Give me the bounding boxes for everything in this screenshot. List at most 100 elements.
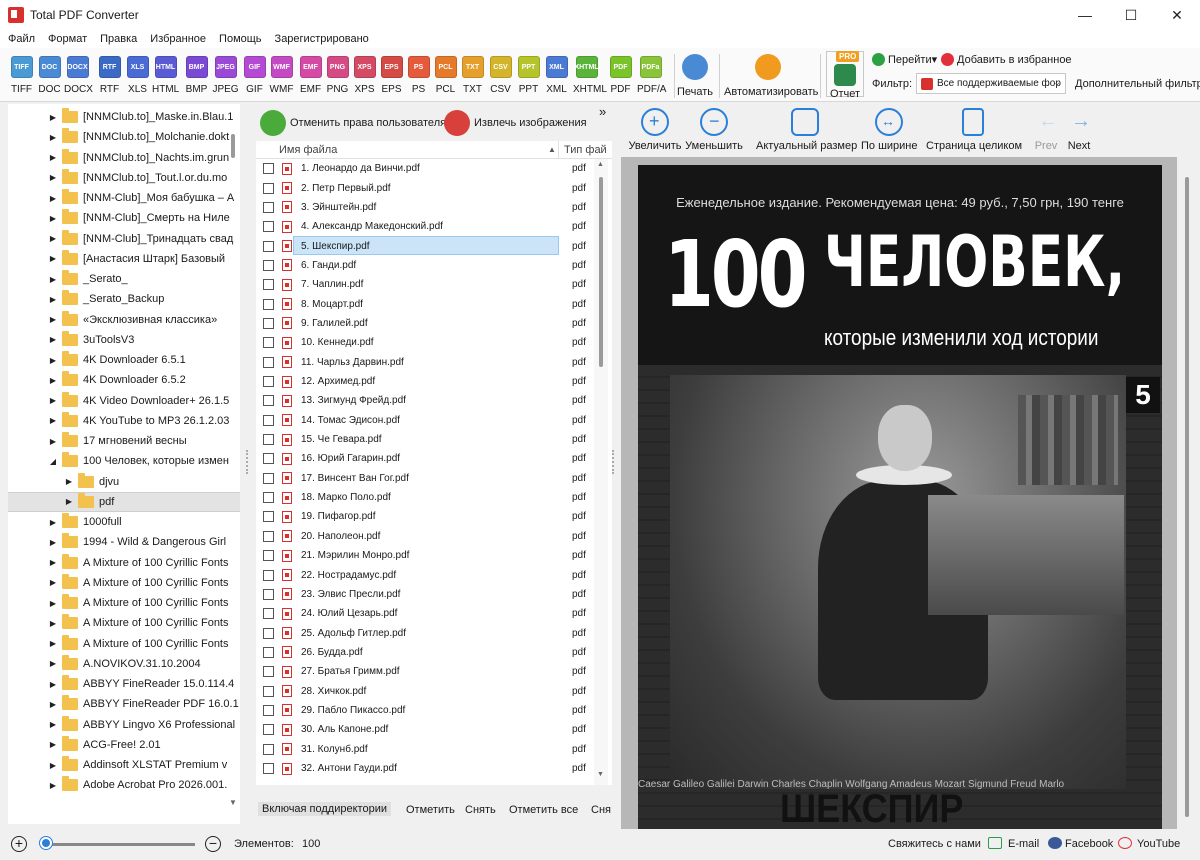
file-checkbox[interactable]	[263, 724, 274, 736]
unlock-rights-button[interactable]: Отменить права пользователя	[260, 110, 446, 136]
tree-folder[interactable]: ▶ ABBYY Lingvo X6 Professional	[8, 715, 240, 735]
fit-width-button[interactable]: ↔ По ширине	[861, 108, 918, 152]
format-button-txt[interactable]: TXT TXT	[459, 56, 486, 95]
file-checkbox[interactable]	[263, 376, 274, 388]
collapsed-arrow-icon[interactable]: ▶	[48, 680, 58, 689]
file-row[interactable]: 7. Чаплин.pdf pdf	[256, 275, 596, 294]
format-button-png[interactable]: PNG PNG	[324, 56, 351, 95]
collapsed-arrow-icon[interactable]: ▶	[48, 538, 58, 547]
print-button[interactable]: Печать	[677, 54, 713, 98]
file-row[interactable]: 12. Архимед.pdf pdf	[256, 372, 596, 391]
collapsed-arrow-icon[interactable]: ▶	[48, 700, 58, 709]
tree-folder[interactable]: ▶ 4K Downloader 6.5.2	[8, 370, 240, 390]
file-checkbox[interactable]	[263, 511, 274, 523]
file-checkbox[interactable]	[263, 182, 274, 194]
file-checkbox[interactable]	[263, 646, 274, 658]
file-row[interactable]: 30. Аль Капоне.pdf pdf	[256, 720, 596, 739]
format-button-gif[interactable]: GIF GIF	[241, 56, 268, 95]
file-row[interactable]: 20. Наполеон.pdf pdf	[256, 527, 596, 546]
format-button-pdf[interactable]: PDF PDF	[607, 56, 634, 95]
tree-folder[interactable]: ▶ [NNM-Club]_Моя бабушка – А	[8, 188, 240, 208]
advanced-filter-button[interactable]: Дополнительный фильтр	[1075, 78, 1200, 90]
tree-folder[interactable]: ▶ A Mixture of 100 Cyrillic Fonts	[8, 613, 240, 633]
file-row[interactable]: 11. Чарльз Дарвин.pdf pdf	[256, 353, 596, 372]
file-checkbox[interactable]	[263, 550, 274, 562]
tree-folder[interactable]: ◢ 100 Человек, которые измен	[8, 451, 240, 471]
tree-folder[interactable]: ▶ Adobe Acrobat Pro 2026.001.	[8, 775, 240, 795]
tree-folder[interactable]: ▶ pdf	[8, 491, 240, 512]
file-row[interactable]: 17. Винсент Ван Гог.pdf pdf	[256, 469, 596, 488]
file-checkbox[interactable]	[263, 666, 274, 678]
format-button-docx[interactable]: DOCX DOCX	[64, 56, 93, 95]
file-checkbox[interactable]	[263, 530, 274, 542]
tree-folder[interactable]: ▶ ACG-Free! 2.01	[8, 735, 240, 755]
goto-button[interactable]: Перейти▾	[872, 53, 937, 66]
file-checkbox[interactable]	[263, 492, 274, 504]
splitter-handle[interactable]	[246, 450, 250, 474]
zoom-plus-button[interactable]: +	[11, 836, 27, 852]
tree-folder[interactable]: ▶ Addinsoft XLSTAT Premium v	[8, 755, 240, 775]
tree-folder[interactable]: ▶ 3uToolsV3	[8, 330, 240, 350]
file-row[interactable]: 31. Колунб.pdf pdf	[256, 740, 596, 759]
format-button-pcl[interactable]: PCL PCL	[432, 56, 459, 95]
file-checkbox[interactable]	[263, 414, 274, 426]
format-button-doc[interactable]: DOC DOC	[36, 56, 63, 95]
pdf-preview[interactable]: Еженедельное издание. Рекомендуемая цена…	[621, 157, 1177, 829]
file-row[interactable]: 15. Че Гевара.pdf pdf	[256, 430, 596, 449]
collapsed-arrow-icon[interactable]: ▶	[48, 396, 58, 405]
zoom-slider[interactable]	[40, 843, 195, 846]
tree-folder[interactable]: ▶ _Serato_Backup	[8, 289, 240, 309]
tree-folder[interactable]: ▶ A Mixture of 100 Cyrillic Fonts	[8, 553, 240, 573]
file-row[interactable]: 4. Александр Македонский.pdf pdf	[256, 217, 596, 236]
list-scrollbar[interactable]: ▲ ▼	[594, 159, 608, 785]
tree-folder[interactable]: ▶ ABBYY FineReader PDF 16.0.1	[8, 694, 240, 714]
prev-button[interactable]: ← Prev	[1034, 108, 1058, 152]
preview-scroll-thumb[interactable]	[1185, 177, 1189, 817]
scroll-down-icon[interactable]: ▼	[597, 771, 604, 778]
collapsed-arrow-icon[interactable]: ▶	[48, 416, 58, 425]
file-row[interactable]: 25. Адольф Гитлер.pdf pdf	[256, 623, 596, 642]
collapsed-arrow-icon[interactable]: ▶	[48, 173, 58, 182]
tree-folder[interactable]: ▶ [NNM-Club]_Тринадцать свад	[8, 229, 240, 249]
collapsed-arrow-icon[interactable]: ▶	[48, 518, 58, 527]
minimize-button[interactable]: —	[1062, 0, 1108, 30]
file-checkbox[interactable]	[263, 356, 274, 368]
zoom-in-button[interactable]: + Увеличить	[626, 108, 684, 152]
filter-select[interactable]: Все поддерживаемые фор ⌄	[916, 73, 1066, 94]
file-row[interactable]: 23. Элвис Пресли.pdf pdf	[256, 585, 596, 604]
file-row[interactable]: 32. Антони Гауди.pdf pdf	[256, 759, 596, 778]
collapsed-arrow-icon[interactable]: ▶	[48, 599, 58, 608]
extract-images-button[interactable]: Извлечь изображения	[444, 110, 587, 136]
file-checkbox[interactable]	[263, 569, 274, 581]
splitter-handle[interactable]	[612, 450, 616, 474]
file-row[interactable]: 2. Петр Первый.pdf pdf	[256, 178, 596, 197]
format-button-wmf[interactable]: WMF WMF	[268, 56, 295, 95]
tree-folder[interactable]: ▶ djvu	[8, 472, 240, 492]
file-row[interactable]: 5. Шекспир.pdf pdf	[256, 236, 596, 256]
include-subdirs-toggle[interactable]: Включая поддиректории	[258, 802, 391, 816]
collapsed-arrow-icon[interactable]: ▶	[48, 356, 58, 365]
format-button-xml[interactable]: XML XML	[543, 56, 570, 95]
collapsed-arrow-icon[interactable]: ▶	[48, 113, 58, 122]
contact-us-link[interactable]: Свяжитесь с нами	[888, 838, 981, 850]
format-button-xhtml[interactable]: XHTML XHTML	[573, 56, 607, 95]
youtube-link[interactable]: YouTube	[1137, 838, 1180, 850]
file-checkbox[interactable]	[263, 317, 274, 329]
file-checkbox[interactable]	[263, 763, 274, 775]
tree-scroll-thumb[interactable]	[231, 134, 235, 158]
file-checkbox[interactable]	[263, 259, 274, 271]
list-scroll-thumb[interactable]	[599, 177, 603, 367]
menu-edit[interactable]: Правка	[100, 33, 137, 45]
file-row[interactable]: 19. Пифагор.pdf pdf	[256, 507, 596, 526]
tree-folder[interactable]: ▶ 1994 - Wild & Dangerous Girl	[8, 532, 240, 552]
file-row[interactable]: 13. Зигмунд Фрейд.pdf pdf	[256, 391, 596, 410]
file-checkbox[interactable]	[263, 627, 274, 639]
email-link[interactable]: E-mail	[1008, 838, 1039, 850]
tree-folder[interactable]: ▶ 4K Downloader 6.5.1	[8, 350, 240, 370]
zoom-out-button[interactable]: − Уменьшить	[685, 108, 743, 152]
file-checkbox[interactable]	[263, 685, 274, 697]
file-row[interactable]: 3. Эйнштейн.pdf pdf	[256, 198, 596, 217]
file-checkbox[interactable]	[263, 434, 274, 446]
collapsed-arrow-icon[interactable]: ▶	[48, 315, 58, 324]
collapsed-arrow-icon[interactable]: ▶	[48, 214, 58, 223]
